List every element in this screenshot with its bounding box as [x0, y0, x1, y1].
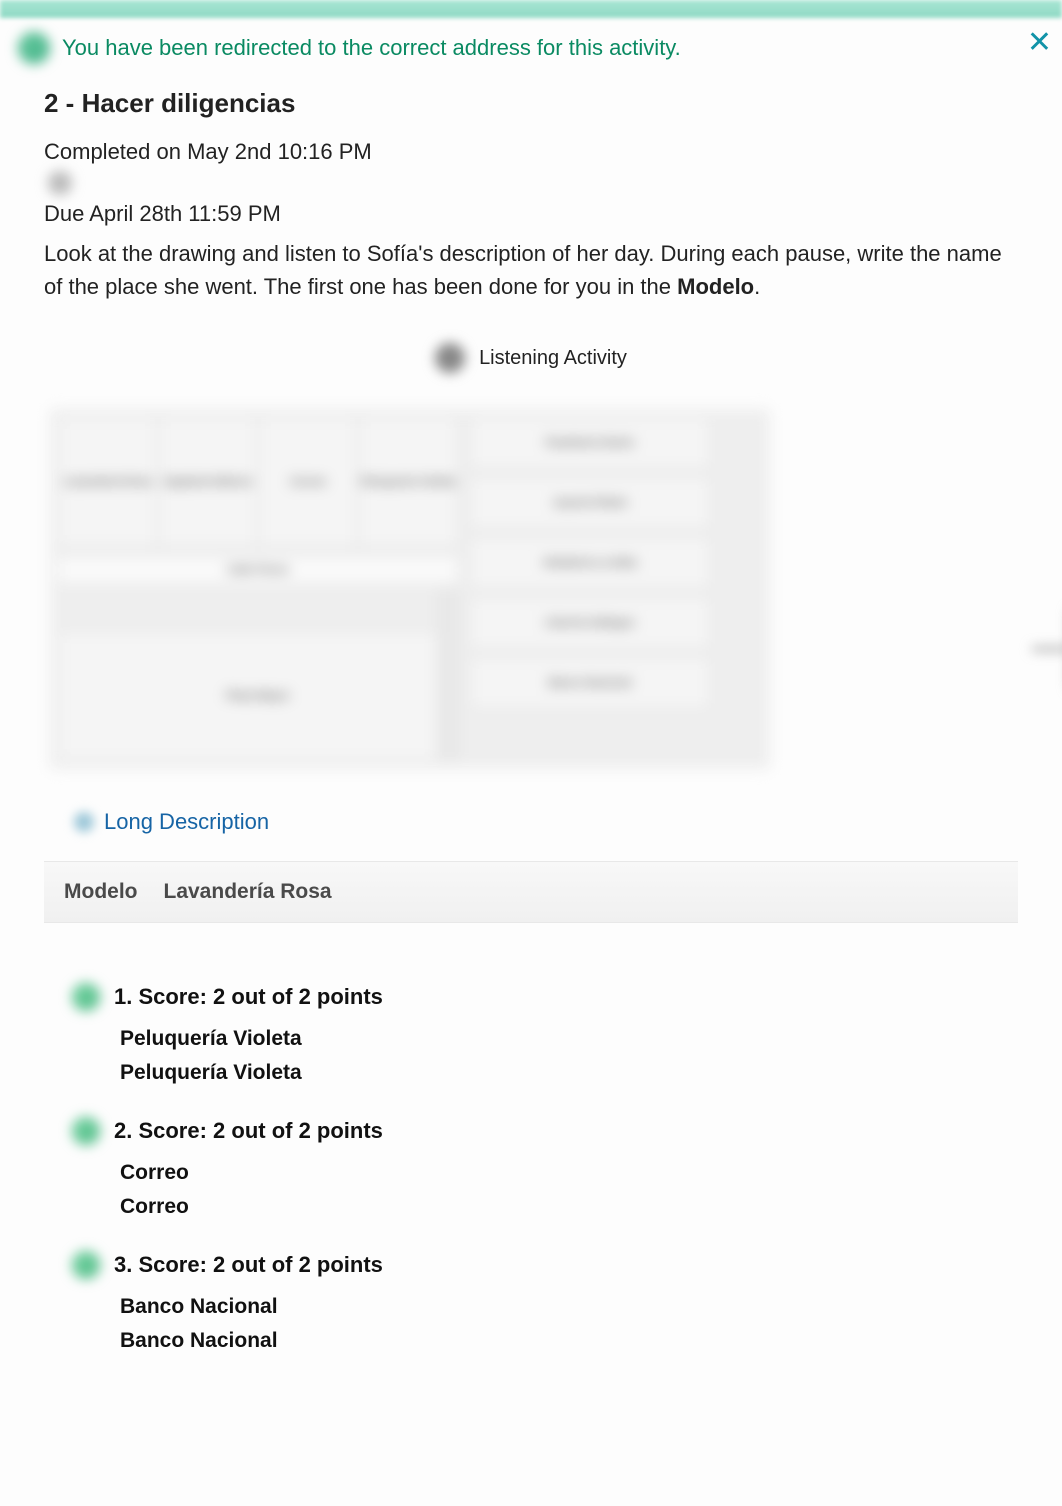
- modelo-label: Modelo: [64, 880, 138, 904]
- redirect-notice: You have been redirected to the correct …: [0, 18, 1062, 78]
- compass-icon: [1032, 609, 1062, 689]
- answer-score: 1. Score: 2 out of 2 points: [114, 984, 383, 1010]
- user-answer: Peluquería Violeta: [120, 1027, 1018, 1051]
- map-block: Heladería La Italia: [470, 537, 710, 589]
- map-container: Lavandería Rosa Zapatería México Correo …: [50, 409, 1012, 769]
- decorative-top-bar: [0, 0, 1062, 18]
- modelo-bar: Modelo Lavandería Rosa: [44, 861, 1018, 923]
- correct-icon: [72, 1251, 100, 1279]
- answer-item: 1. Score: 2 out of 2 points Peluquería V…: [72, 983, 1018, 1085]
- long-description-label: Long Description: [104, 809, 269, 835]
- activity-title: 2 - Hacer diligencias: [44, 88, 1018, 119]
- map-plaza: Plaza Mayor: [58, 631, 458, 761]
- map-block: Peluquería Violeta: [358, 417, 458, 547]
- map-block: Correo: [258, 417, 358, 547]
- listening-activity-button[interactable]: Listening Activity: [44, 343, 1018, 373]
- answer-item: 2. Score: 2 out of 2 points Correo Corre…: [72, 1117, 1018, 1219]
- answer-score-row: 3. Score: 2 out of 2 points: [72, 1251, 1018, 1279]
- audio-icon: [435, 343, 465, 373]
- answer-score-row: 2. Score: 2 out of 2 points: [72, 1117, 1018, 1145]
- status-icon: [48, 171, 72, 195]
- answer-item: 3. Score: 2 out of 2 points Banco Nacion…: [72, 1251, 1018, 1353]
- modelo-answer: Lavandería Rosa: [164, 880, 332, 904]
- map-avenue: [436, 589, 460, 759]
- map-image: Lavandería Rosa Zapatería México Correo …: [50, 409, 770, 769]
- completed-on: Completed on May 2nd 10:16 PM: [44, 139, 1018, 165]
- map-block: Zapatería México: [158, 417, 258, 547]
- correct-answer: Correo: [120, 1195, 1018, 1219]
- answer-score: 3. Score: 2 out of 2 points: [114, 1252, 383, 1278]
- map-block: Banco Nacional: [470, 657, 710, 709]
- due-date: Due April 28th 11:59 PM: [44, 201, 1018, 227]
- correct-icon: [72, 1117, 100, 1145]
- instructions-period: .: [754, 274, 760, 299]
- info-icon: [74, 812, 94, 832]
- user-answer: Banco Nacional: [120, 1295, 1018, 1319]
- success-icon: [18, 32, 50, 64]
- instructions-bold: Modelo: [677, 274, 754, 299]
- user-answer: Correo: [120, 1161, 1018, 1185]
- correct-answer: Peluquería Violeta: [120, 1061, 1018, 1085]
- map-block: Lavandería Rosa: [58, 417, 158, 547]
- listening-label: Listening Activity: [479, 347, 627, 370]
- redirect-message: You have been redirected to the correct …: [62, 35, 681, 61]
- map-block: Librería Gallegos: [470, 597, 710, 649]
- long-description-link[interactable]: Long Description: [74, 809, 269, 835]
- answer-score-row: 1. Score: 2 out of 2 points: [72, 983, 1018, 1011]
- correct-answer: Banco Nacional: [120, 1329, 1018, 1353]
- map-block: Joyería Platón: [470, 477, 710, 529]
- answers-section: 1. Score: 2 out of 2 points Peluquería V…: [44, 983, 1018, 1353]
- instructions-text: Look at the drawing and listen to Sofía'…: [44, 241, 1002, 299]
- answer-score: 2. Score: 2 out of 2 points: [114, 1118, 383, 1144]
- map-street-label: Calle Flores: [58, 557, 458, 583]
- map-block: Pastelería Simón: [470, 417, 710, 469]
- close-icon[interactable]: ✕: [1027, 28, 1052, 58]
- instructions: Look at the drawing and listen to Sofía'…: [44, 237, 1018, 303]
- correct-icon: [72, 983, 100, 1011]
